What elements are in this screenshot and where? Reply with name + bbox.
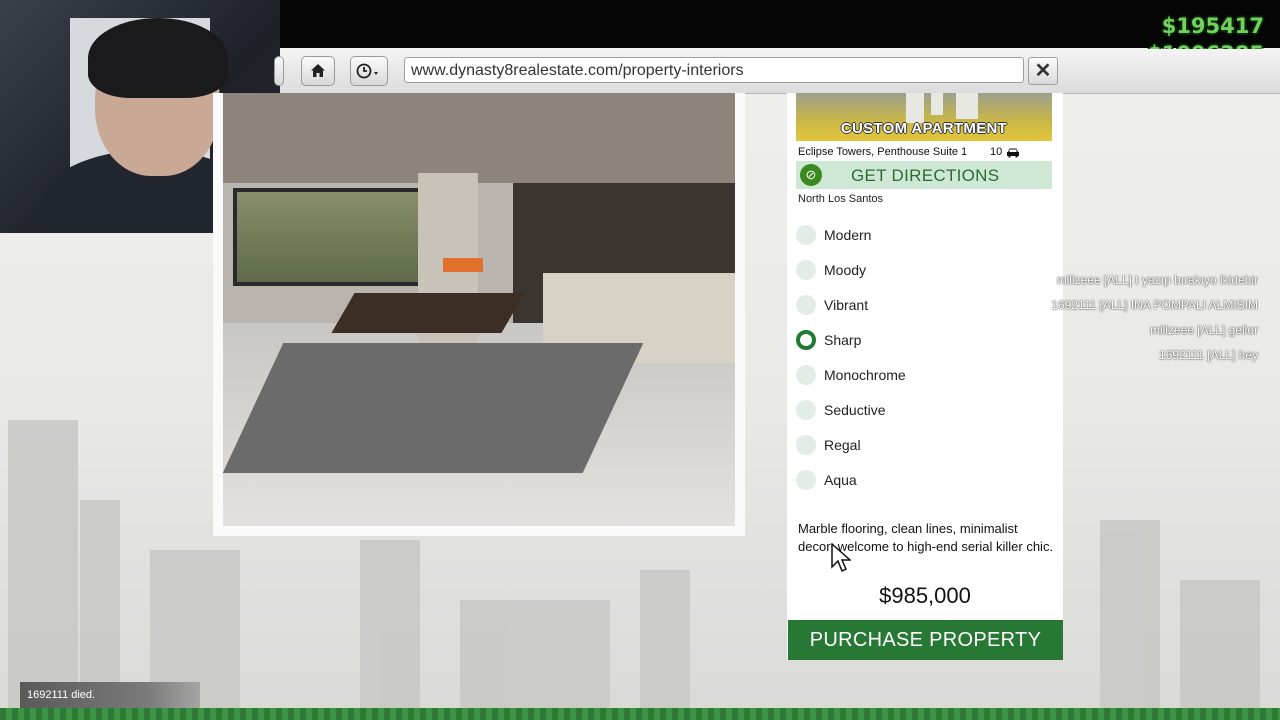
property-banner: CUSTOM APARTMENT (796, 93, 1052, 141)
chat-message: millzeee [ALL] t yazıp bırakıyo ikidebir (1056, 273, 1258, 287)
style-option-monochrome[interactable]: Monochrome (796, 362, 906, 388)
garage-count: 10 (990, 146, 1003, 158)
radio-button[interactable] (796, 470, 816, 490)
car-icon (1007, 148, 1020, 157)
radio-button[interactable] (796, 295, 816, 315)
style-option-regal[interactable]: Regal (796, 432, 861, 458)
browser-toolbar: www.dynasty8realestate.com/property-inte… (274, 49, 1280, 94)
banner-title: CUSTOM APARTMENT (840, 120, 1008, 137)
style-option-vibrant[interactable]: Vibrant (796, 292, 868, 318)
property-address: Eclipse Towers, Penthouse Suite 1 (798, 146, 968, 158)
style-label: Regal (824, 437, 861, 453)
interior-photo (223, 93, 735, 526)
mouse-cursor-icon (831, 543, 851, 573)
chat-message: 1692111 [ALL] hey (1159, 348, 1258, 362)
clock-dropdown-icon (356, 63, 378, 79)
style-option-modern[interactable]: Modern (796, 222, 871, 248)
radio-button[interactable] (796, 225, 816, 245)
radio-button[interactable] (796, 365, 816, 385)
directions-label: GET DIRECTIONS (851, 166, 1000, 185)
chat-message: 1692111 [ALL] INA POMPALI ALMISIM (1051, 298, 1258, 312)
url-input[interactable]: www.dynasty8realestate.com/property-inte… (404, 57, 1024, 83)
radio-button[interactable] (796, 260, 816, 280)
style-label: Vibrant (824, 297, 869, 313)
garage-capacity: 10 (990, 146, 1020, 158)
cash-amount: $195417 (1161, 14, 1264, 38)
home-icon (311, 64, 325, 77)
history-button[interactable] (350, 56, 388, 86)
style-label: Moody (824, 262, 867, 278)
bottom-ticker-bar (0, 708, 1280, 720)
chat-feed: millzeee [ALL] t yazıp bırakıyo ikidebir… (1051, 268, 1258, 368)
get-directions-button[interactable]: ⊘ GET DIRECTIONS (796, 161, 1052, 189)
style-option-sharp[interactable]: Sharp (796, 327, 861, 353)
back-button[interactable] (274, 56, 284, 86)
style-label: Modern (824, 227, 872, 243)
style-option-aqua[interactable]: Aqua (796, 467, 857, 493)
close-browser-button[interactable]: ✕ (1028, 57, 1058, 85)
style-label: Sharp (824, 332, 862, 348)
kill-feed-notification: 1692111 died. (20, 682, 200, 708)
purchase-property-button[interactable]: PURCHASE PROPERTY (788, 620, 1063, 660)
compass-icon: ⊘ (800, 164, 822, 186)
style-option-moody[interactable]: Moody (796, 257, 866, 283)
radio-button-selected[interactable] (796, 330, 816, 350)
radio-button[interactable] (796, 400, 816, 420)
radio-button[interactable] (796, 435, 816, 455)
chat-message: millzeee [ALL] gelior (1149, 323, 1258, 337)
property-price: $985,000 (879, 583, 971, 608)
property-area: North Los Santos (798, 193, 883, 205)
style-option-seductive[interactable]: Seductive (796, 397, 885, 423)
style-label: Seductive (824, 402, 886, 418)
style-label: Aqua (824, 472, 857, 488)
style-label: Monochrome (824, 367, 906, 383)
home-button[interactable] (301, 56, 335, 86)
